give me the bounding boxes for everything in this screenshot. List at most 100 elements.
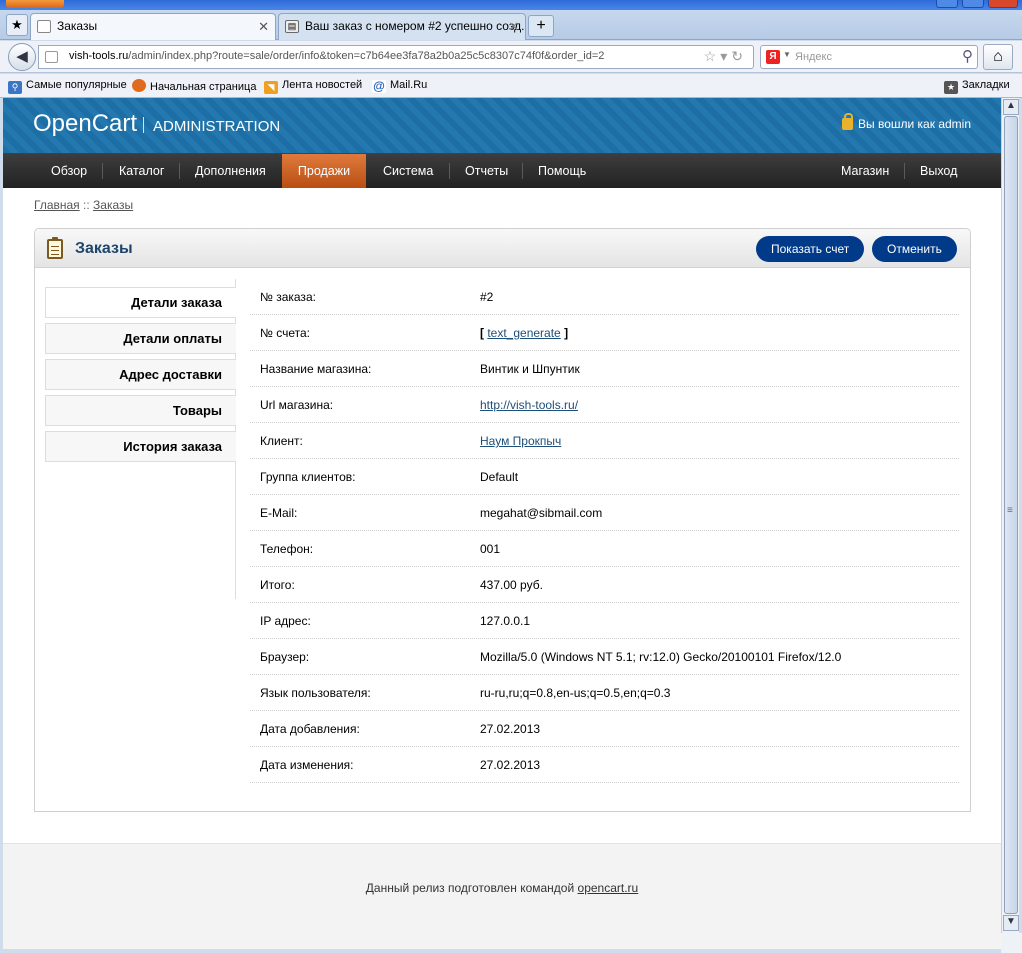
tab-payment-details[interactable]: Детали оплаты <box>45 323 236 354</box>
bookmarks-toolbar: ⚲ Самые популярные Начальная страница ◥ Ле… <box>0 74 1022 98</box>
tab-orders[interactable]: Заказы ✕ <box>30 13 276 40</box>
lock-icon <box>842 113 853 130</box>
at-icon: @ <box>372 79 386 93</box>
row-label: № счета: <box>260 326 310 340</box>
minimize-button[interactable] <box>936 0 958 8</box>
tab-shipping-address[interactable]: Адрес доставки <box>45 359 236 390</box>
row-label: Браузер: <box>260 650 310 664</box>
new-tab-button[interactable]: + <box>528 15 554 37</box>
scroll-down-icon[interactable]: ▼ <box>1003 915 1019 931</box>
date-added-value: 27.02.2013 <box>480 722 541 736</box>
dropdown-icon: ▾ <box>720 48 732 64</box>
row-label: E-Mail: <box>260 506 298 520</box>
page-viewport: OpenCart ADMINISTRATION Вы вошли как adm… <box>3 98 1001 949</box>
order-tabs: Детали заказа Детали оплаты Адрес достав… <box>45 279 236 599</box>
footer-text: Данный релиз подготовлен командой openca… <box>365 881 639 895</box>
breadcrumb-home[interactable]: Главная <box>34 198 80 212</box>
total-value: 437.00 руб. <box>480 578 543 592</box>
row-label: Url магазина: <box>260 398 334 412</box>
yandex-icon[interactable]: Я <box>766 50 780 64</box>
close-tab-icon[interactable]: ✕ <box>508 14 519 39</box>
table-row: Url магазина: http://vish-tools.ru/ <box>250 387 959 423</box>
menu-sales[interactable]: Продажи <box>282 154 366 188</box>
bookmark-mailru[interactable]: @ Mail.Ru <box>372 79 427 93</box>
page-footer: Данный релиз подготовлен командой openca… <box>3 843 1001 949</box>
menu-extensions[interactable]: Дополнения <box>179 154 282 188</box>
bookmarks-star-icon[interactable]: ★ <box>6 14 28 36</box>
table-row: № заказа: #2 <box>250 279 959 315</box>
ip-value: 127.0.0.1 <box>480 614 531 628</box>
orders-box: Заказы Показать счет Отменить Детали зак… <box>34 228 971 812</box>
bookmarks-star-icon: ★ <box>944 81 958 94</box>
menu-logout[interactable]: Выход <box>904 154 973 188</box>
window-titlebar <box>0 0 1022 10</box>
table-row: Телефон: 001 <box>250 531 959 567</box>
table-row: № счета: [ text_generate ] <box>250 315 959 351</box>
close-tab-icon[interactable]: ✕ <box>258 14 269 39</box>
show-invoice-button[interactable]: Показать счет <box>756 236 865 262</box>
box-heading: Заказы Показать счет Отменить <box>35 229 970 268</box>
blank-page-icon <box>37 20 51 33</box>
close-window-button[interactable] <box>988 0 1018 8</box>
rss-icon: ◥ <box>264 81 278 94</box>
menu-system[interactable]: Система <box>367 154 449 188</box>
resize-corner[interactable] <box>1001 933 1022 953</box>
search-engine-dropdown-icon[interactable]: ▼ <box>783 50 791 59</box>
email-value: megahat@sibmail.com <box>480 506 603 520</box>
table-row: Браузер: Mozilla/5.0 (Windows NT 5.1; rv… <box>250 639 959 675</box>
opencart-logo[interactable]: OpenCart <box>33 110 137 138</box>
search-icon[interactable]: ⚲ <box>962 47 973 65</box>
bookmark-news-feed[interactable]: ◥ Лента новостей <box>264 79 362 94</box>
opencart-link[interactable]: opencart.ru <box>578 881 639 895</box>
site-identity-icon[interactable] <box>45 51 58 63</box>
search-folder-icon: ⚲ <box>8 81 22 94</box>
vertical-scrollbar[interactable]: ▲ ≡ ▼ <box>1001 98 1019 933</box>
row-label: Клиент: <box>260 434 303 448</box>
tab-order-details[interactable]: Детали заказа <box>45 287 236 318</box>
table-row: Клиент: Наум Прокпыч <box>250 423 959 459</box>
tab-order-success[interactable]: ▤ Ваш заказ с номером #2 успешно созд...… <box>278 13 526 40</box>
menu-store[interactable]: Магазин <box>825 154 905 188</box>
generate-invoice-link[interactable]: text_generate <box>487 326 560 340</box>
back-button[interactable]: ◀ <box>8 43 36 71</box>
url-text: vish-tools.ru/admin/index.php?route=sale… <box>69 50 605 62</box>
row-label: Итого: <box>260 578 295 592</box>
url-bar-icons[interactable]: ☆▾↻ <box>704 48 747 65</box>
bookmarks-menu[interactable]: ★ Закладки <box>944 79 1010 94</box>
row-label: Телефон: <box>260 542 314 556</box>
menu-reports[interactable]: Отчеты <box>449 154 524 188</box>
phone-value: 001 <box>480 542 501 556</box>
customer-link[interactable]: Наум Прокпыч <box>480 434 561 448</box>
tab-order-history[interactable]: История заказа <box>45 431 236 462</box>
tab-label: Заказы <box>57 19 98 33</box>
home-button[interactable]: ⌂ <box>983 44 1013 70</box>
row-label: Группа клиентов: <box>260 470 356 484</box>
table-row: Дата изменения: 27.02.2013 <box>250 747 959 783</box>
scroll-up-icon[interactable]: ▲ <box>1003 99 1019 115</box>
customer-value: Наум Прокпыч <box>480 434 561 448</box>
accept-language-value: ru-ru,ru;q=0.8,en-us;q=0.5,en;q=0.3 <box>480 686 671 700</box>
tab-products[interactable]: Товары <box>45 395 236 426</box>
menu-catalog[interactable]: Каталог <box>103 154 180 188</box>
table-row: E-Mail: megahat@sibmail.com <box>250 495 959 531</box>
cancel-button[interactable]: Отменить <box>872 236 957 262</box>
store-url-link[interactable]: http://vish-tools.ru/ <box>480 398 578 412</box>
admin-header: OpenCart ADMINISTRATION Вы вошли как adm… <box>3 98 1001 154</box>
navigation-toolbar: ◀ vish-tools.ru/admin/index.php?route=sa… <box>0 41 1022 73</box>
bookmark-start-page[interactable]: Начальная страница <box>132 79 256 93</box>
maximize-button[interactable] <box>962 0 984 8</box>
table-row: Название магазина: Винтик и Шпунтик <box>250 351 959 387</box>
bookmark-most-visited[interactable]: ⚲ Самые популярные <box>8 79 127 94</box>
table-row: Язык пользователя: ru-ru,ru;q=0.8,en-us;… <box>250 675 959 711</box>
star-icon: ☆ <box>703 48 721 64</box>
menu-help[interactable]: Помощь <box>522 154 602 188</box>
row-label: № заказа: <box>260 290 316 304</box>
url-bar[interactable]: vish-tools.ru/admin/index.php?route=sale… <box>38 45 754 69</box>
cart-icon: ▤ <box>285 20 299 33</box>
firefox-menu-button[interactable] <box>6 0 64 8</box>
order-details-table: № заказа: #2 № счета: [ text_generate ] … <box>250 279 959 783</box>
breadcrumb: Главная :: Заказы <box>34 198 134 212</box>
search-bar[interactable]: Я ▼ Яндекс ⚲ <box>760 45 978 69</box>
breadcrumb-orders[interactable]: Заказы <box>93 198 133 212</box>
menu-dashboard[interactable]: Обзор <box>35 154 103 188</box>
